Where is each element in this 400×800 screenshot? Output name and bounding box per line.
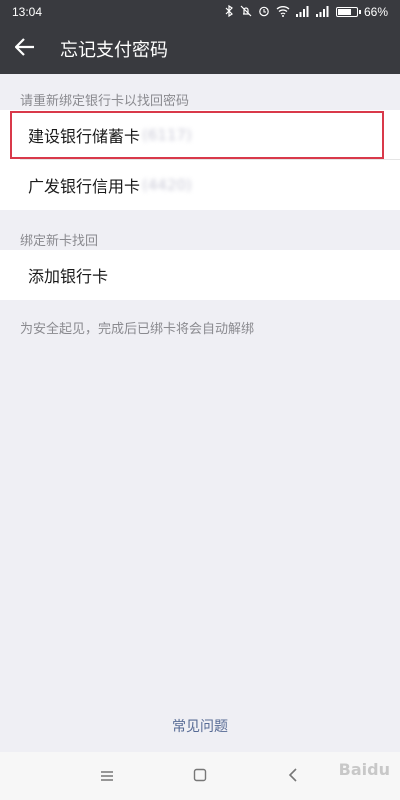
bank-card-suffix: (4420) bbox=[142, 176, 192, 194]
bank-card-row[interactable]: 建设银行储蓄卡 (6117) bbox=[0, 110, 400, 160]
chevron-left-icon bbox=[288, 767, 298, 786]
menu-icon bbox=[100, 767, 114, 786]
status-time: 13:04 bbox=[12, 5, 43, 19]
screen: 13:04 66% 忘记支付密码 请重新绑定银行卡以找回密码 建设银行储蓄卡 (… bbox=[0, 0, 400, 800]
add-bank-card-button[interactable]: 添加银行卡 bbox=[0, 250, 400, 300]
security-note: 为安全起见，完成后已绑卡将会自动解绑 bbox=[20, 322, 255, 337]
add-bank-card-label: 添加银行卡 bbox=[28, 267, 109, 286]
system-back-button[interactable] bbox=[273, 756, 313, 796]
wifi-icon bbox=[276, 5, 290, 19]
alarm-icon bbox=[258, 5, 270, 19]
signal-icon-1 bbox=[295, 5, 310, 19]
mute-icon bbox=[240, 5, 252, 19]
rebind-section-label: 请重新绑定银行卡以找回密码 bbox=[20, 94, 190, 109]
home-icon bbox=[193, 767, 207, 786]
status-icons: 66% bbox=[224, 4, 388, 19]
new-card-section-label: 绑定新卡找回 bbox=[20, 234, 99, 249]
menu-button[interactable] bbox=[87, 756, 127, 796]
battery-fill bbox=[337, 9, 351, 15]
page-title: 忘记支付密码 bbox=[60, 40, 168, 61]
battery-percent: 66% bbox=[363, 5, 388, 19]
home-button[interactable] bbox=[180, 756, 220, 796]
bluetooth-icon bbox=[224, 4, 234, 19]
rebind-card-list: 建设银行储蓄卡 (6117) 广发银行信用卡 (4420) bbox=[0, 110, 400, 210]
status-bar: 13:04 66% bbox=[0, 0, 400, 24]
back-button[interactable] bbox=[0, 24, 50, 74]
battery-icon bbox=[335, 7, 361, 17]
bank-card-suffix: (6117) bbox=[142, 126, 192, 144]
watermark-logo: Baidu bbox=[338, 760, 390, 779]
signal-icon-2 bbox=[315, 5, 330, 19]
bank-card-row[interactable]: 广发银行信用卡 (4420) bbox=[0, 160, 400, 210]
new-card-list: 添加银行卡 bbox=[0, 250, 400, 300]
app-header: 忘记支付密码 bbox=[0, 24, 400, 74]
arrow-left-icon bbox=[14, 38, 35, 60]
bank-card-name: 建设银行储蓄卡 bbox=[28, 127, 141, 146]
bank-card-name: 广发银行信用卡 bbox=[28, 177, 141, 196]
faq-link[interactable]: 常见问题 bbox=[0, 716, 400, 736]
